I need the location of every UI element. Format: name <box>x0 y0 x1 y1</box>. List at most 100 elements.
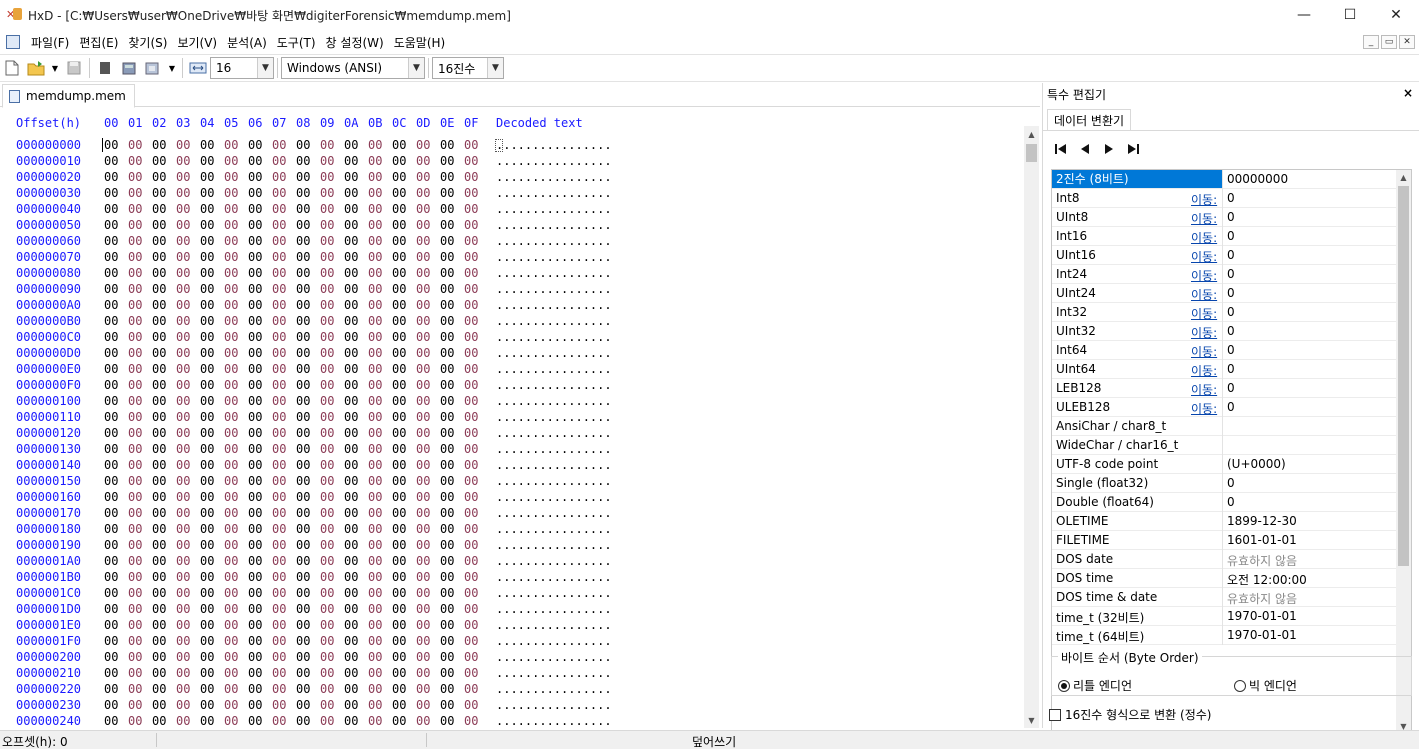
hex-byte[interactable]: 00 <box>296 698 310 712</box>
hex-byte[interactable]: 00 <box>440 650 454 664</box>
hex-byte[interactable]: 00 <box>416 618 430 632</box>
hex-byte[interactable]: 00 <box>464 442 478 456</box>
hex-byte[interactable]: 00 <box>344 602 358 616</box>
goto-link[interactable]: 이동: <box>1191 381 1217 398</box>
hex-byte[interactable]: 00 <box>320 442 334 456</box>
hex-byte[interactable]: 00 <box>272 474 286 488</box>
hex-byte[interactable]: 00 <box>128 218 142 232</box>
menu-help[interactable]: 도움말(H) <box>389 34 451 51</box>
hex-byte[interactable]: 00 <box>416 602 430 616</box>
hex-byte[interactable]: 00 <box>152 362 166 376</box>
hex-byte[interactable]: 00 <box>368 586 382 600</box>
inspector-row[interactable]: Int64 이동: 0 <box>1052 341 1396 360</box>
hex-byte[interactable]: 00 <box>344 378 358 392</box>
hex-byte[interactable]: 00 <box>368 426 382 440</box>
hex-byte[interactable]: 00 <box>224 330 238 344</box>
hex-byte[interactable]: 00 <box>416 314 430 328</box>
decoded-text[interactable]: ................ <box>496 682 612 696</box>
inspector-row[interactable]: DOS time & date 유효하지 않음 <box>1052 588 1396 607</box>
save-icon[interactable] <box>65 59 83 77</box>
hex-byte[interactable]: 00 <box>272 506 286 520</box>
hex-byte[interactable]: 00 <box>440 202 454 216</box>
hex-byte[interactable]: 00 <box>320 554 334 568</box>
minimize-button[interactable]: — <box>1281 0 1327 30</box>
hex-byte[interactable]: 00 <box>416 378 430 392</box>
hex-byte[interactable]: 00 <box>200 570 214 584</box>
hex-byte[interactable]: 00 <box>200 298 214 312</box>
hex-byte[interactable]: 00 <box>368 170 382 184</box>
hex-byte[interactable]: 00 <box>344 154 358 168</box>
hex-byte[interactable]: 00 <box>176 522 190 536</box>
hex-byte[interactable]: 00 <box>440 250 454 264</box>
hex-byte[interactable]: 00 <box>152 154 166 168</box>
hex-byte[interactable]: 00 <box>128 186 142 200</box>
hex-byte[interactable]: 00 <box>152 442 166 456</box>
decoded-text[interactable]: ................ <box>496 666 612 680</box>
hex-byte[interactable]: 00 <box>392 602 406 616</box>
hex-byte[interactable]: 00 <box>320 618 334 632</box>
hex-byte[interactable]: 00 <box>224 634 238 648</box>
hex-byte[interactable]: 00 <box>176 458 190 472</box>
hex-byte[interactable]: 00 <box>320 250 334 264</box>
hex-byte[interactable]: 00 <box>392 634 406 648</box>
hex-byte[interactable]: 00 <box>344 282 358 296</box>
hex-byte[interactable]: 00 <box>248 634 262 648</box>
menu-view[interactable]: 보기(V) <box>172 34 222 51</box>
hex-byte[interactable]: 00 <box>440 170 454 184</box>
hex-byte[interactable]: 00 <box>320 538 334 552</box>
hex-byte[interactable]: 00 <box>200 586 214 600</box>
hex-byte[interactable]: 00 <box>248 394 262 408</box>
hex-byte[interactable]: 00 <box>104 202 118 216</box>
hex-byte[interactable]: 00 <box>176 186 190 200</box>
goto-link[interactable]: 이동: <box>1191 191 1217 208</box>
hex-byte[interactable]: 00 <box>272 378 286 392</box>
hex-byte[interactable]: 00 <box>440 330 454 344</box>
inspector-row[interactable]: UInt32 이동: 0 <box>1052 322 1396 341</box>
hex-byte[interactable]: 00 <box>200 682 214 696</box>
hex-byte[interactable]: 00 <box>224 266 238 280</box>
decoded-text[interactable]: ................ <box>496 346 612 360</box>
hex-byte[interactable]: 00 <box>128 154 142 168</box>
hex-byte[interactable]: 00 <box>392 570 406 584</box>
hex-byte[interactable]: 00 <box>392 282 406 296</box>
hex-byte[interactable]: 00 <box>440 682 454 696</box>
hex-byte[interactable]: 00 <box>224 522 238 536</box>
hex-byte[interactable]: 00 <box>368 138 382 152</box>
hex-byte[interactable]: 00 <box>344 138 358 152</box>
hex-byte[interactable]: 00 <box>176 650 190 664</box>
panel-close-icon[interactable]: × <box>1403 86 1413 100</box>
hex-byte[interactable]: 00 <box>104 522 118 536</box>
hex-byte[interactable]: 00 <box>200 378 214 392</box>
decoded-text[interactable]: ................ <box>496 314 612 328</box>
hex-byte[interactable]: 00 <box>248 426 262 440</box>
hex-byte[interactable]: 00 <box>248 682 262 696</box>
hex-byte[interactable]: 00 <box>320 522 334 536</box>
hex-byte[interactable]: 00 <box>104 442 118 456</box>
goto-link[interactable]: 이동: <box>1191 248 1217 265</box>
hex-byte[interactable]: 00 <box>152 570 166 584</box>
goto-link[interactable]: 이동: <box>1191 305 1217 322</box>
inspector-row[interactable]: Double (float64) 0 <box>1052 493 1396 512</box>
decoded-text[interactable]: ................ <box>496 394 612 408</box>
hex-byte[interactable]: 00 <box>296 570 310 584</box>
hex-byte[interactable]: 00 <box>296 250 310 264</box>
hex-byte[interactable]: 00 <box>152 234 166 248</box>
inspector-value[interactable]: 0 <box>1227 324 1235 338</box>
hex-byte[interactable]: 00 <box>440 666 454 680</box>
hex-byte[interactable]: 00 <box>416 570 430 584</box>
inspector-value[interactable]: 1970-01-01 <box>1227 628 1297 642</box>
decoded-text[interactable]: ................ <box>496 714 612 728</box>
menu-tools[interactable]: 도구(T) <box>272 34 321 51</box>
hex-byte[interactable]: 00 <box>440 234 454 248</box>
hex-byte[interactable]: 00 <box>320 506 334 520</box>
inspector-value[interactable]: 0 <box>1227 229 1235 243</box>
hex-byte[interactable]: 00 <box>248 522 262 536</box>
hex-byte[interactable]: 00 <box>464 218 478 232</box>
hex-byte[interactable]: 00 <box>416 170 430 184</box>
hex-byte[interactable]: 00 <box>464 234 478 248</box>
hex-byte[interactable]: 00 <box>272 346 286 360</box>
hex-byte[interactable]: 00 <box>416 410 430 424</box>
hex-byte[interactable]: 00 <box>248 234 262 248</box>
hex-byte[interactable]: 00 <box>440 586 454 600</box>
hex-byte[interactable]: 00 <box>296 650 310 664</box>
